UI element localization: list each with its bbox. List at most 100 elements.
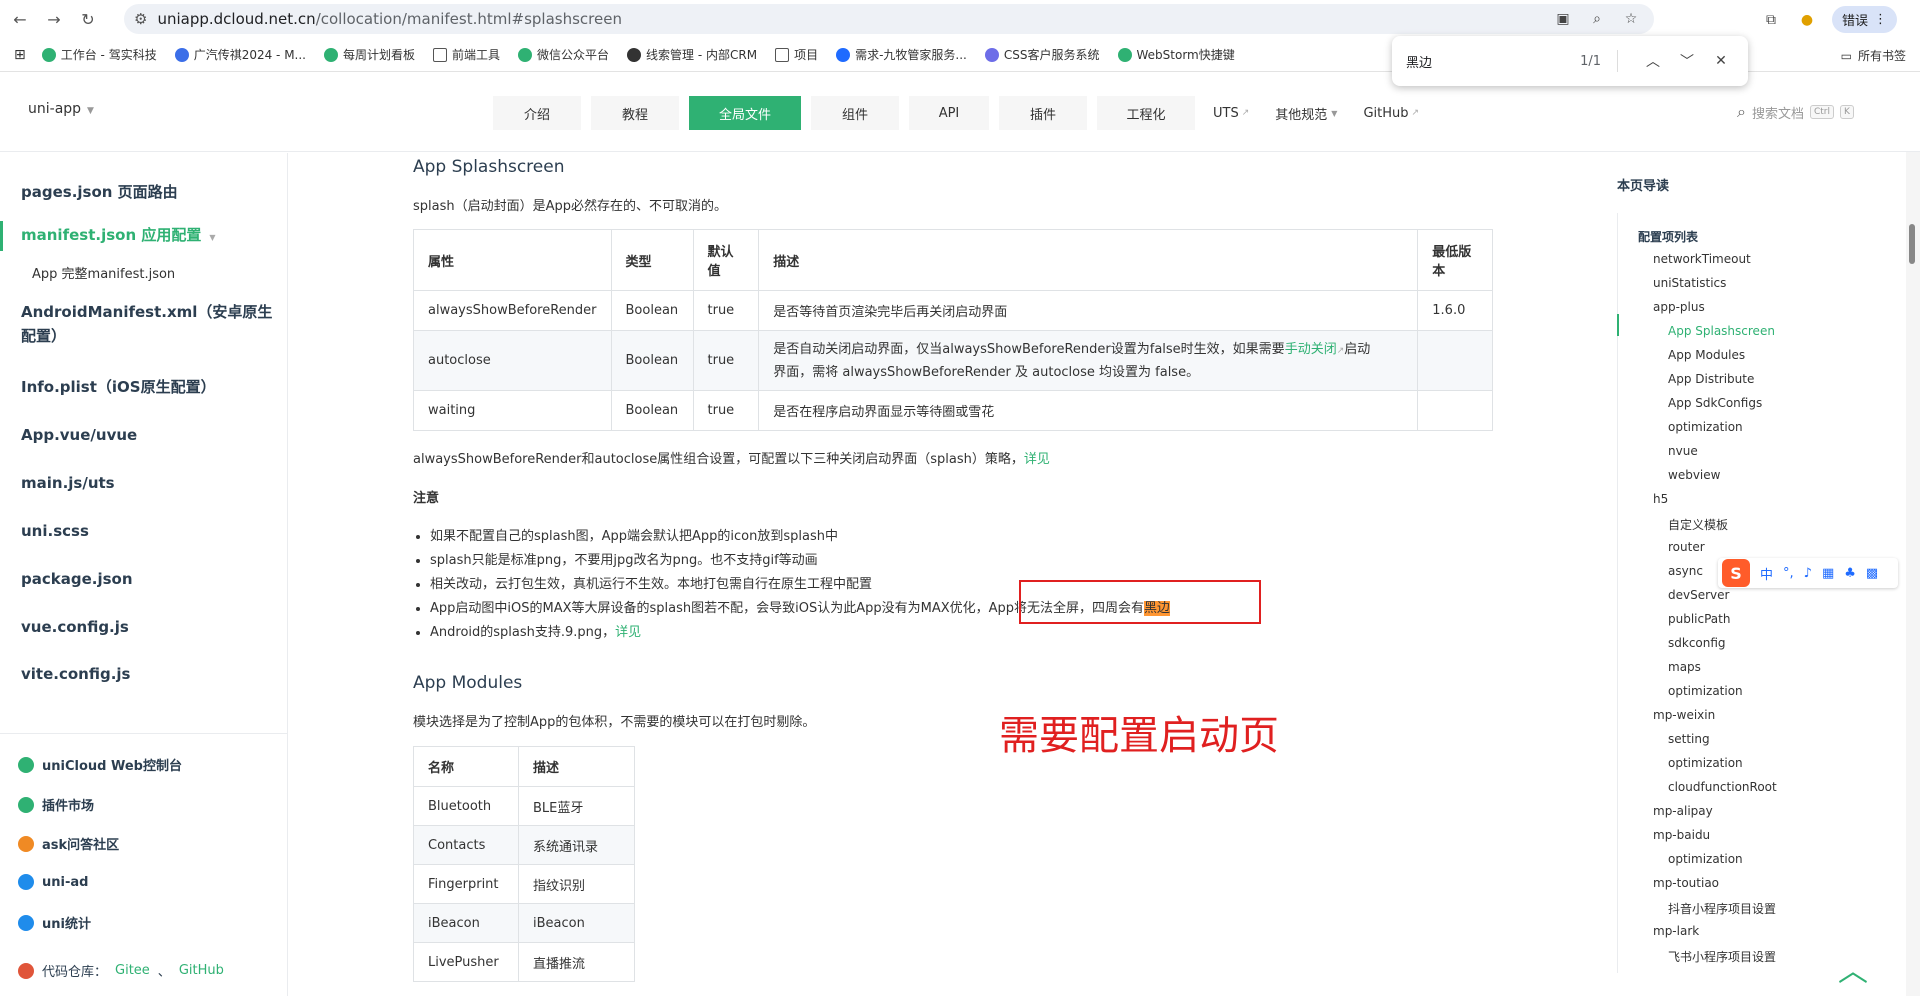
- bookmark-item[interactable]: 需求-九牧管家服务...: [836, 46, 967, 63]
- punctuation-icon[interactable]: °,: [1783, 566, 1794, 581]
- skin-icon[interactable]: ♣: [1844, 566, 1856, 581]
- toc-item[interactable]: optimization: [1668, 756, 1743, 770]
- toc-item[interactable]: mp-baidu: [1653, 828, 1710, 842]
- bookmark-item[interactable]: 项目: [775, 46, 818, 63]
- nav-engineering[interactable]: 工程化: [1097, 96, 1195, 130]
- error-badge[interactable]: 错误 ⋮: [1832, 6, 1898, 33]
- toc-item[interactable]: nvue: [1668, 444, 1698, 458]
- bookmark-item[interactable]: WebStorm快捷键: [1117, 46, 1235, 63]
- repo-gitee-link[interactable]: Gitee: [115, 963, 150, 978]
- toolbox-icon[interactable]: ▩: [1866, 566, 1878, 581]
- combo-detail-link[interactable]: 详见: [1024, 452, 1050, 467]
- toc-item[interactable]: optimization: [1668, 420, 1743, 434]
- sidebar-item-package-json[interactable]: package.json: [21, 567, 133, 591]
- sidebar-item-app-vue[interactable]: App.vue/uvue: [21, 423, 137, 447]
- toc-item[interactable]: networkTimeout: [1653, 252, 1751, 266]
- toc-item[interactable]: setting: [1668, 732, 1710, 746]
- back-icon[interactable]: ←: [6, 5, 34, 33]
- nav-global-files[interactable]: 全局文件: [689, 96, 801, 130]
- toc-item[interactable]: mp-toutiao: [1653, 876, 1719, 890]
- sidebar-subitem-full-manifest[interactable]: App 完整manifest.json: [32, 263, 175, 282]
- sidebar-item-vite-config[interactable]: vite.config.js: [21, 662, 130, 686]
- find-close-icon[interactable]: ✕: [1708, 53, 1734, 69]
- zoom-icon[interactable]: ⌕: [1586, 8, 1608, 30]
- toc-item[interactable]: 配置项列表: [1638, 228, 1698, 245]
- sogou-ime-icon[interactable]: S: [1722, 559, 1750, 587]
- mic-icon[interactable]: ♪: [1804, 566, 1812, 581]
- keyboard-icon[interactable]: ▦: [1822, 566, 1834, 581]
- nav-tutorial[interactable]: 教程: [591, 96, 679, 130]
- sidebar-item-pages-json[interactable]: pages.json 页面路由: [21, 180, 178, 204]
- apps-grid-icon[interactable]: ⊞: [14, 47, 26, 63]
- sidebar-item-info-plist[interactable]: Info.plist（iOS原生配置）: [21, 375, 216, 399]
- find-input[interactable]: 黑边: [1406, 52, 1580, 71]
- ime-lang[interactable]: 中: [1760, 564, 1773, 583]
- toc-item[interactable]: devServer: [1668, 588, 1729, 602]
- profile-icon[interactable]: ●: [1796, 9, 1818, 31]
- nav-intro[interactable]: 介绍: [493, 96, 581, 130]
- toc-item[interactable]: mp-alipay: [1653, 804, 1713, 818]
- address-bar[interactable]: ⚙ uniapp.dcloud.net.cn /collocation/mani…: [124, 4, 1654, 34]
- footer-link-ask[interactable]: ask问答社区: [18, 834, 119, 853]
- toc-item[interactable]: App Distribute: [1668, 372, 1754, 386]
- footer-link-uni-ad[interactable]: uni-ad: [18, 874, 88, 890]
- sidebar-item-androidmanifest-cont[interactable]: 配置）: [21, 324, 66, 348]
- repo-github-link[interactable]: GitHub: [179, 963, 224, 978]
- find-prev-icon[interactable]: ︿: [1640, 51, 1666, 71]
- sidebar-item-main-js[interactable]: main.js/uts: [21, 471, 115, 495]
- toc-item[interactable]: App Modules: [1668, 348, 1745, 362]
- back-to-top-icon[interactable]: ︿: [1838, 946, 1868, 990]
- bookmark-item[interactable]: CSS客户服务系统: [984, 46, 1100, 63]
- nav-api[interactable]: API: [909, 96, 989, 130]
- find-next-icon[interactable]: ﹀: [1674, 51, 1700, 71]
- extensions-icon[interactable]: ⧉: [1760, 9, 1782, 31]
- nav-other-specs[interactable]: 其他规范 ▼: [1267, 96, 1345, 130]
- bookmark-item[interactable]: 微信公众平台: [518, 46, 609, 63]
- footer-link-plugin-market[interactable]: 插件市场: [18, 795, 94, 814]
- toc-item[interactable]: publicPath: [1668, 612, 1730, 626]
- toc-item[interactable]: optimization: [1668, 852, 1743, 866]
- toc-item[interactable]: maps: [1668, 660, 1701, 674]
- nav-components[interactable]: 组件: [811, 96, 899, 130]
- bookmark-item[interactable]: 前端工具: [433, 46, 500, 63]
- scroll-thumb[interactable]: [1909, 224, 1915, 264]
- footer-link-unicloud[interactable]: uniCloud Web控制台: [18, 755, 182, 774]
- bookmark-star-icon[interactable]: ☆: [1620, 8, 1642, 30]
- all-bookmarks[interactable]: ▭ 所有书签: [1841, 47, 1906, 64]
- toc-item[interactable]: h5: [1653, 492, 1668, 506]
- sidebar-item-vue-config[interactable]: vue.config.js: [21, 615, 129, 639]
- ninepatch-detail-link[interactable]: 详见: [615, 625, 641, 640]
- sidebar-item-androidmanifest[interactable]: AndroidManifest.xml（安卓原生: [21, 300, 272, 324]
- bookmark-item[interactable]: 广汽传祺2024 - M...: [174, 46, 306, 63]
- toc-item[interactable]: router: [1668, 540, 1705, 554]
- toc-item[interactable]: 自定义模板: [1668, 516, 1728, 533]
- toc-item[interactable]: 飞书小程序项目设置: [1668, 948, 1776, 965]
- translate-icon[interactable]: ▣: [1552, 8, 1574, 30]
- toc-item[interactable]: cloudfunctionRoot: [1668, 780, 1777, 794]
- toc-item[interactable]: async: [1668, 564, 1703, 578]
- page-scrollbar[interactable]: [1906, 152, 1920, 996]
- site-info-icon[interactable]: ⚙: [134, 10, 147, 28]
- nav-plugins[interactable]: 插件: [999, 96, 1087, 130]
- toc-item[interactable]: uniStatistics: [1653, 276, 1726, 290]
- toc-item[interactable]: optimization: [1668, 684, 1743, 698]
- toc-item[interactable]: App SdkConfigs: [1668, 396, 1762, 410]
- toc-item[interactable]: app-plus: [1653, 300, 1705, 314]
- doc-search[interactable]: ⌕ 搜索文档 Ctrl K: [1737, 102, 1854, 122]
- toc-item[interactable]: mp-lark: [1653, 924, 1699, 938]
- reload-icon[interactable]: ↻: [74, 5, 102, 33]
- toc-item[interactable]: mp-weixin: [1653, 708, 1715, 722]
- toc-item[interactable]: sdkconfig: [1668, 636, 1726, 650]
- brand-menu[interactable]: uni-app ▼: [28, 101, 94, 117]
- toc-item[interactable]: App Splashscreen: [1668, 324, 1775, 338]
- manual-close-link[interactable]: 手动关闭: [1285, 342, 1337, 357]
- sidebar-item-manifest-json[interactable]: manifest.json 应用配置 ▼: [21, 223, 216, 250]
- sidebar-item-uni-scss[interactable]: uni.scss: [21, 519, 89, 543]
- nav-github[interactable]: GitHub ↗: [1355, 96, 1427, 130]
- toc-item[interactable]: 抖音小程序项目设置: [1668, 900, 1776, 917]
- bookmark-item[interactable]: 线索管理 - 内部CRM: [627, 46, 757, 63]
- nav-uts[interactable]: UTS ↗: [1205, 96, 1257, 130]
- bookmark-item[interactable]: 每周计划看板: [324, 46, 415, 63]
- forward-icon[interactable]: →: [40, 5, 68, 33]
- footer-link-uni-stat[interactable]: uni统计: [18, 913, 91, 932]
